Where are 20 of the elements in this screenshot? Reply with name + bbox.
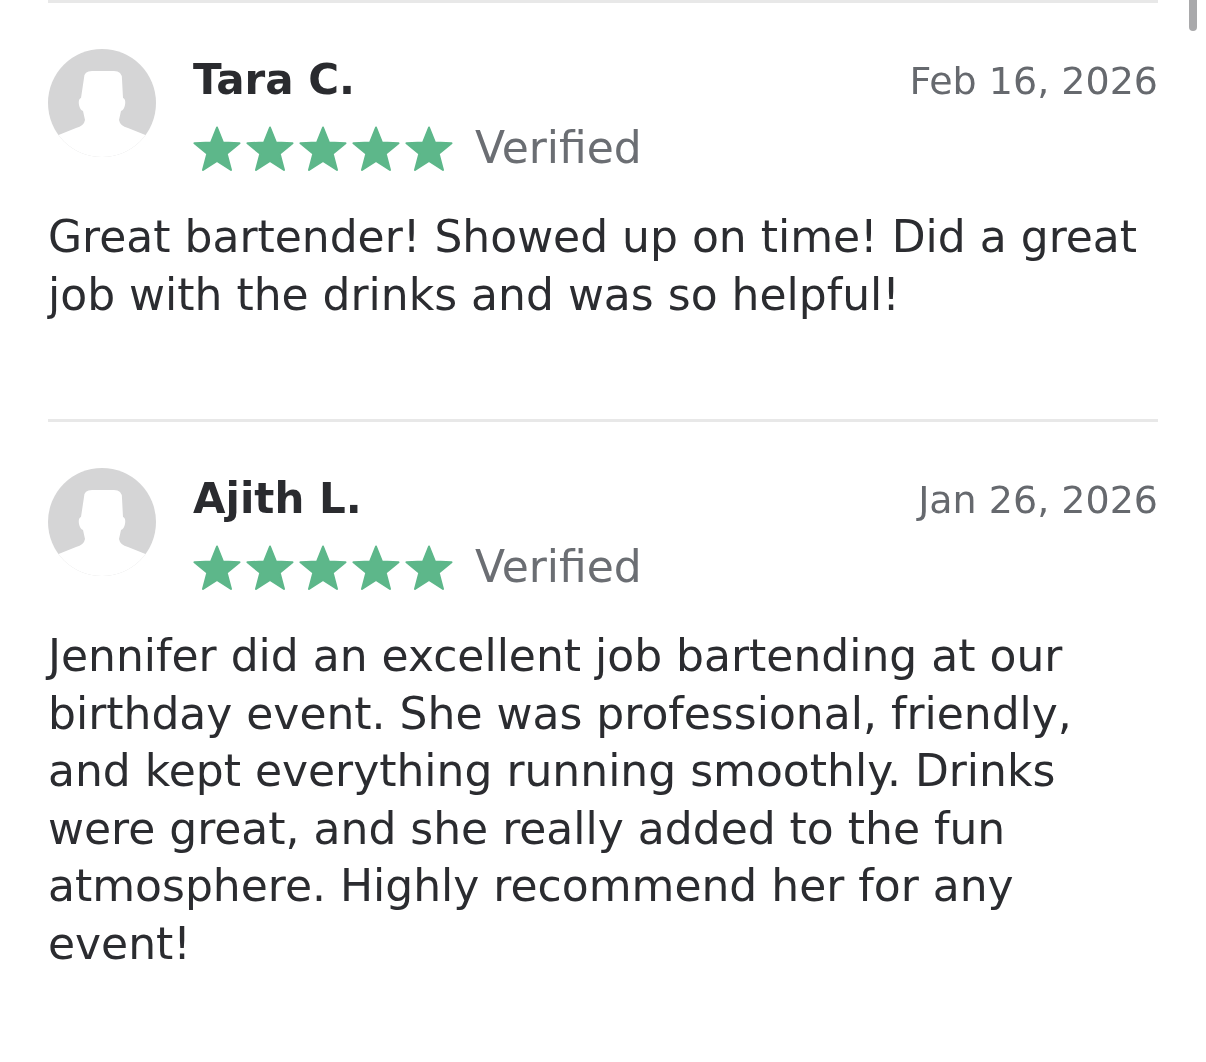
reviewer-name: Tara C.	[193, 56, 356, 104]
reviewer-name: Ajith L.	[193, 475, 362, 523]
verified-label: Verified	[475, 543, 642, 591]
avatar-icon	[48, 48, 156, 158]
star-icon	[299, 125, 347, 171]
star-icon	[352, 544, 400, 590]
review-date: Feb 16, 2026	[909, 58, 1158, 105]
star-icon	[352, 125, 400, 171]
star-icon	[299, 544, 347, 590]
star-icon	[405, 544, 453, 590]
star-icon	[246, 125, 294, 171]
star-icon	[193, 125, 241, 171]
scrollbar-thumb[interactable]	[1189, 0, 1197, 31]
review-date: Jan 26, 2026	[918, 477, 1158, 524]
star-icon	[246, 544, 294, 590]
review-text: Great bartender! Showed up on time! Did a great job with the drinks and was so helpful!	[48, 210, 1139, 322]
star-icon	[193, 544, 241, 590]
verified-label: Verified	[475, 124, 642, 172]
avatar-icon	[48, 467, 156, 577]
star-icon	[405, 125, 453, 171]
